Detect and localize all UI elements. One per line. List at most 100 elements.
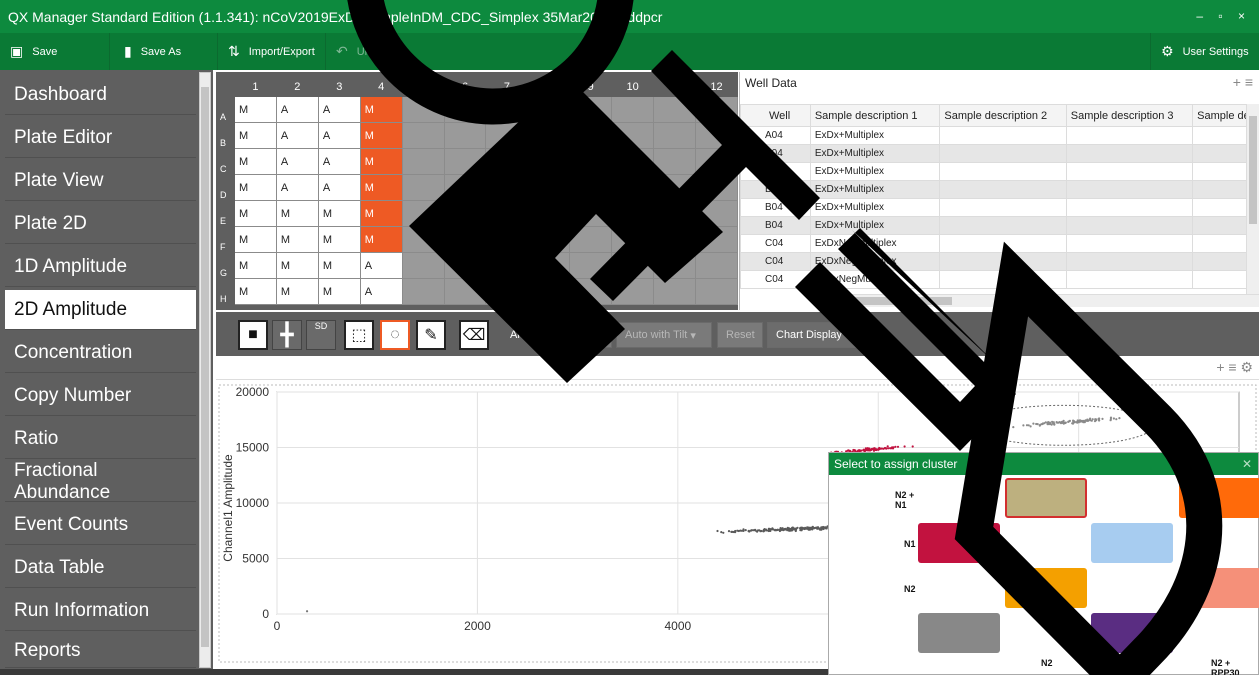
plate-well-empty[interactable] xyxy=(401,174,445,201)
plate-well-empty[interactable] xyxy=(401,278,445,305)
sidebar-item-copy-number[interactable]: Copy Number xyxy=(5,376,196,416)
plate-well[interactable]: M xyxy=(317,226,361,253)
plate-well-empty[interactable] xyxy=(485,200,529,227)
plate-well-empty[interactable] xyxy=(527,252,571,279)
plate-well-empty[interactable] xyxy=(401,252,445,279)
plate-well[interactable]: M xyxy=(233,96,277,123)
plate-well-empty[interactable] xyxy=(401,96,445,123)
plate-well-empty[interactable] xyxy=(653,174,697,201)
sidebar-item-reports[interactable]: Reports xyxy=(5,634,196,668)
cluster-swatch[interactable] xyxy=(1005,478,1087,518)
plate-column-header[interactable]: 4 xyxy=(359,76,403,97)
table-row[interactable]: B04 ExDx+Multiplex xyxy=(740,180,1259,199)
sd-tool[interactable]: SD xyxy=(306,320,336,350)
save-button[interactable]: ▣ Save xyxy=(0,33,110,70)
plate-well[interactable]: M xyxy=(317,252,361,279)
scrollbar-thumb[interactable] xyxy=(1249,116,1257,224)
plate-well[interactable]: M xyxy=(233,278,277,305)
plate-row-header[interactable]: H xyxy=(216,278,235,305)
plate-well-empty[interactable] xyxy=(569,122,613,149)
table-row[interactable]: A04 ExDx+Multiplex xyxy=(740,144,1259,163)
plate-well-empty[interactable] xyxy=(611,122,655,149)
plate-column-header[interactable]: 6 xyxy=(443,76,487,97)
plate-well-empty[interactable] xyxy=(611,148,655,175)
column-header[interactable]: Sample description 2 xyxy=(939,104,1067,127)
plate-well-empty[interactable] xyxy=(653,252,697,279)
ellipse-select-tool[interactable]: ◌ xyxy=(380,320,410,350)
plate-well-empty[interactable] xyxy=(611,200,655,227)
plate-well[interactable]: M xyxy=(233,148,277,175)
table-row[interactable]: A04 ExDx+Multiplex xyxy=(740,126,1259,145)
close-icon[interactable]: ✕ xyxy=(1242,457,1252,471)
sidebar-item-dashboard[interactable]: Dashboard xyxy=(5,75,196,115)
plate-well-empty[interactable] xyxy=(569,200,613,227)
column-header[interactable]: Sample description 3 xyxy=(1065,104,1194,127)
well-data-hscrollbar[interactable] xyxy=(818,294,1259,307)
plate-column-header[interactable]: 12 xyxy=(695,76,738,97)
plate-well-empty[interactable] xyxy=(653,226,697,253)
plate-well[interactable]: M xyxy=(317,278,361,305)
table-row[interactable]: C04 ExDxNegMultiplex xyxy=(740,234,1259,253)
plate-well-empty[interactable] xyxy=(527,226,571,253)
plate-well[interactable]: M xyxy=(359,174,403,201)
plate-well-empty[interactable] xyxy=(485,278,529,305)
plate-well-empty[interactable] xyxy=(611,226,655,253)
plate-well-empty[interactable] xyxy=(695,252,738,279)
plate-row-header[interactable]: F xyxy=(216,226,235,253)
plate-well[interactable]: M xyxy=(359,200,403,227)
plate-well-empty[interactable] xyxy=(443,252,487,279)
plate-well[interactable]: A xyxy=(275,122,319,149)
plate-well[interactable]: M xyxy=(317,200,361,227)
sidebar-item-fractional-abundance[interactable]: Fractional Abundance xyxy=(5,460,196,503)
plate-well[interactable]: A xyxy=(317,122,361,149)
panel-options-icon[interactable]: + ≡ xyxy=(1233,74,1253,90)
plate-column-header[interactable]: 2 xyxy=(275,76,319,97)
plate-well[interactable]: M xyxy=(359,148,403,175)
sidebar-item-1d-amplitude[interactable]: 1D Amplitude xyxy=(5,247,196,287)
plate-well[interactable]: M xyxy=(233,252,277,279)
plate-well[interactable]: A xyxy=(317,96,361,123)
plate-well-empty[interactable] xyxy=(653,122,697,149)
plate-well[interactable]: M xyxy=(233,200,277,227)
sidebar-item-ratio[interactable]: Ratio xyxy=(5,419,196,459)
plate-well[interactable]: A xyxy=(275,174,319,201)
plate-well[interactable]: M xyxy=(359,122,403,149)
plate-well[interactable]: A xyxy=(317,174,361,201)
plate-well-empty[interactable] xyxy=(485,122,529,149)
plate-well[interactable]: A xyxy=(317,148,361,175)
sidebar-item-data-table[interactable]: Data Table xyxy=(5,548,196,588)
cluster-swatch[interactable] xyxy=(1005,568,1087,608)
plate-well[interactable]: A xyxy=(359,278,403,305)
plate-well[interactable]: M xyxy=(233,226,277,253)
plate-well-empty[interactable] xyxy=(401,226,445,253)
plate-well-empty[interactable] xyxy=(611,96,655,123)
scrollbar-thumb[interactable] xyxy=(201,87,209,647)
plate-well-empty[interactable] xyxy=(401,148,445,175)
plate-well-empty[interactable] xyxy=(611,174,655,201)
plate-well-empty[interactable] xyxy=(443,200,487,227)
plate-well-empty[interactable] xyxy=(653,148,697,175)
rectangle-select-tool[interactable]: ⬚ xyxy=(344,320,374,350)
plate-well-empty[interactable] xyxy=(695,148,738,175)
sidebar-item-plate-2d[interactable]: Plate 2D xyxy=(5,204,196,244)
plate-row-header[interactable]: E xyxy=(216,200,235,227)
plate-well[interactable]: A xyxy=(275,96,319,123)
reset-button[interactable]: Reset xyxy=(717,322,763,348)
plate-well-empty[interactable] xyxy=(485,226,529,253)
plate-well[interactable]: A xyxy=(359,252,403,279)
plate-row-header[interactable]: G xyxy=(216,252,235,279)
plate-well-empty[interactable] xyxy=(569,226,613,253)
plate-well-empty[interactable] xyxy=(527,278,571,305)
plate-well-empty[interactable] xyxy=(695,226,738,253)
plate-well-empty[interactable] xyxy=(569,174,613,201)
sidebar-item-2d-amplitude[interactable]: 2D Amplitude xyxy=(5,290,196,330)
plate-well-empty[interactable] xyxy=(485,148,529,175)
sidebar-scrollbar[interactable] xyxy=(199,72,211,668)
plate-well-empty[interactable] xyxy=(443,122,487,149)
cluster-swatch[interactable] xyxy=(918,613,1000,653)
plate-well-empty[interactable] xyxy=(569,252,613,279)
plate-well-empty[interactable] xyxy=(485,252,529,279)
plate-well-empty[interactable] xyxy=(401,122,445,149)
plate-well-empty[interactable] xyxy=(695,278,738,305)
sidebar-item-plate-editor[interactable]: Plate Editor xyxy=(5,118,196,158)
